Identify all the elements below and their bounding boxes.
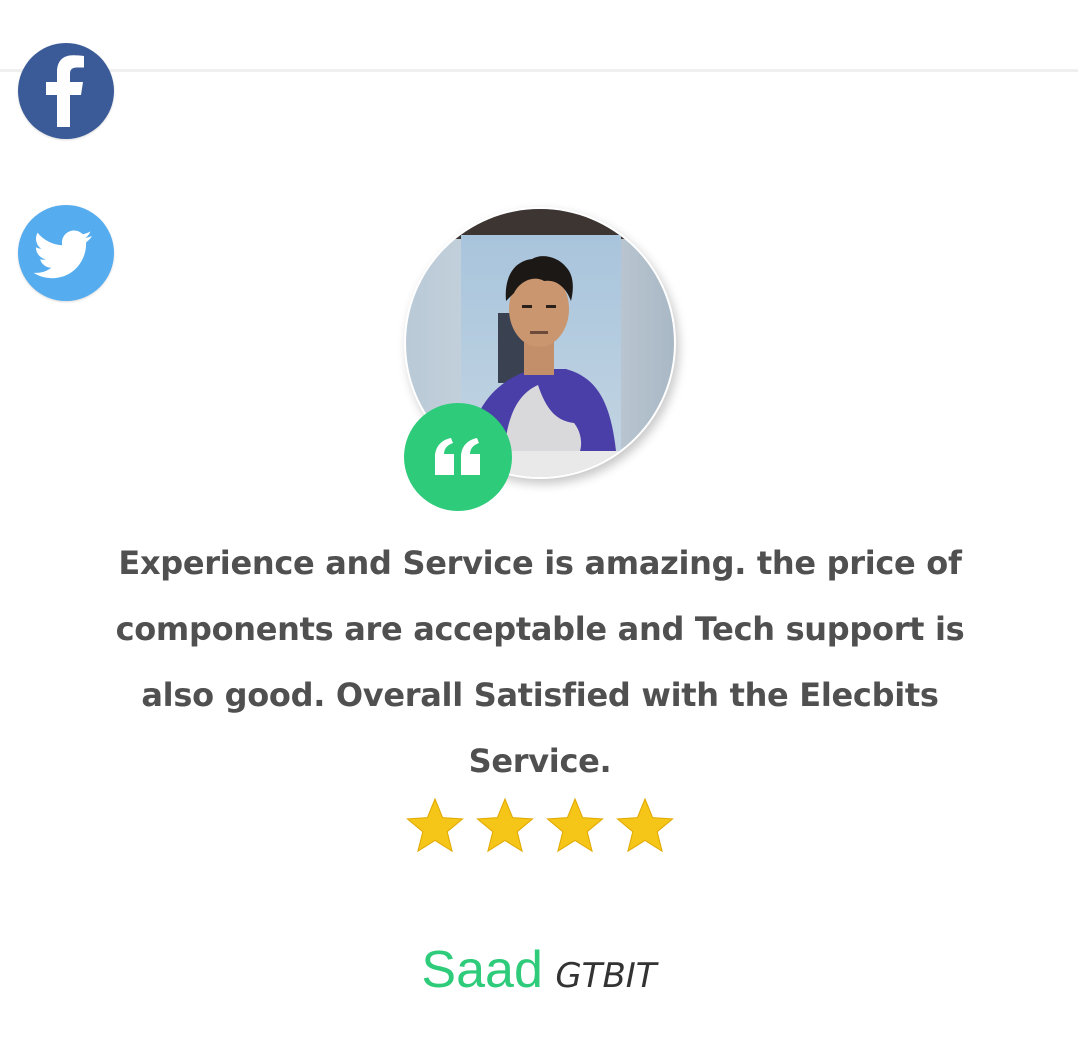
star-icon	[616, 797, 674, 853]
testimonial-text: Experience and Service is amazing. the p…	[115, 544, 965, 780]
star-icon	[546, 797, 604, 853]
header-divider	[0, 69, 1078, 72]
star-icon	[476, 797, 534, 853]
reviewer-name: Saad	[421, 941, 543, 999]
star-icon	[406, 797, 464, 853]
twitter-icon	[33, 230, 92, 279]
reviewer-organization: GTBIT	[555, 956, 657, 996]
quote-badge	[404, 403, 512, 511]
reviewer-info: Saad GTBIT	[0, 940, 1078, 1000]
twitter-share-button[interactable]	[18, 205, 114, 301]
facebook-icon	[46, 55, 84, 128]
quote-icon	[435, 438, 480, 475]
facebook-share-button[interactable]	[18, 43, 114, 139]
rating-stars	[404, 796, 676, 860]
